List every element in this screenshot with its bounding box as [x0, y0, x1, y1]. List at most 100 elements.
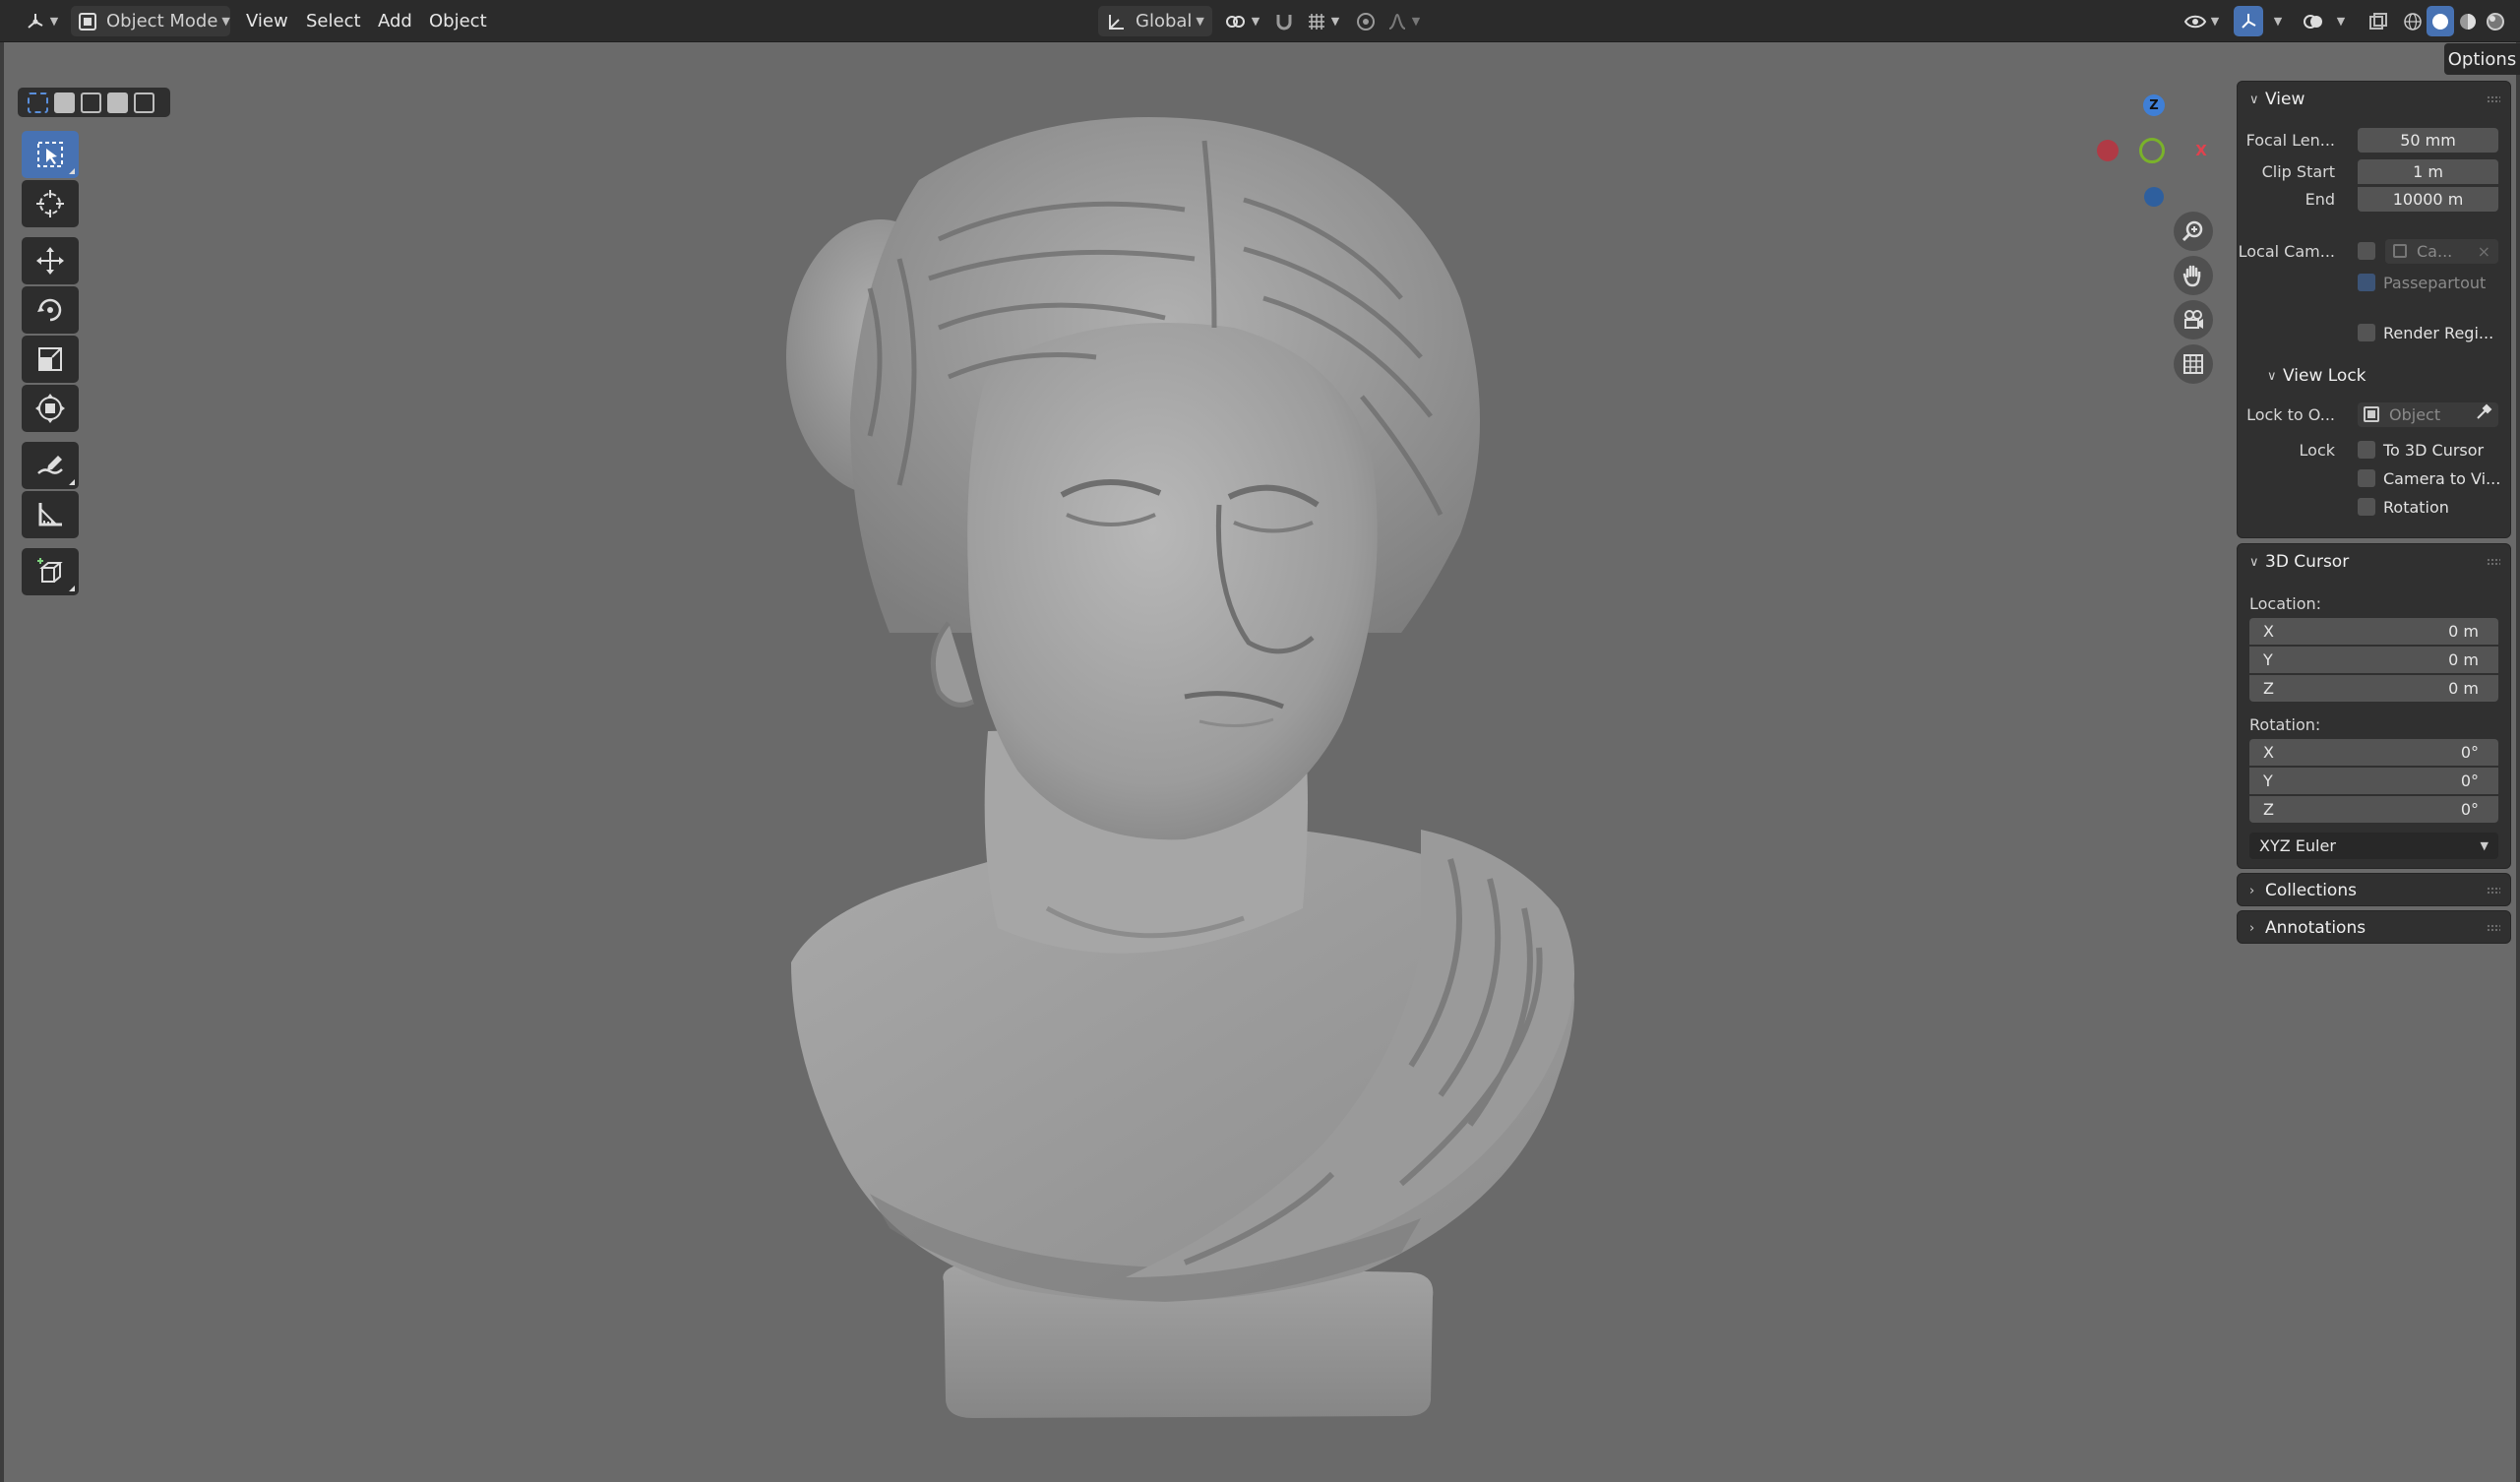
snap-target-dropdown[interactable]: ▼ [1301, 6, 1344, 36]
clip-start-field[interactable]: 1 m [2358, 158, 2498, 184]
3d-viewport[interactable]: Z X [4, 42, 2516, 1482]
local-camera-value: Ca... [2417, 241, 2453, 261]
menu-view[interactable]: View [240, 0, 294, 42]
rotation-mode-dropdown[interactable]: XYZ Euler ▼ [2249, 833, 2498, 859]
gizmo-dropdown[interactable]: ▼ [2265, 6, 2287, 36]
tool-add-cube[interactable] [22, 548, 79, 595]
mode-selector[interactable]: Object Mode ▼ [71, 6, 230, 36]
view-lock-title: View Lock [2283, 366, 2366, 386]
cursor-rotation-z-field[interactable]: Z 0° [2249, 796, 2498, 823]
select-new-icon[interactable] [28, 92, 48, 113]
menu-add[interactable]: Add [372, 0, 418, 42]
select-intersect-icon[interactable] [134, 92, 154, 113]
cursor-location-z-field[interactable]: Z 0 m [2249, 675, 2498, 702]
lock-to-object-field[interactable]: Object [2358, 401, 2498, 427]
pivot-point-dropdown[interactable]: ▼ [1220, 6, 1263, 36]
cursor-location-y-field[interactable]: Y 0 m [2249, 647, 2498, 673]
shading-solid-button[interactable] [2427, 6, 2454, 36]
tool-measure[interactable] [22, 491, 79, 538]
xray-icon [2369, 12, 2387, 30]
pan-button[interactable] [2174, 256, 2213, 295]
collections-title: Collections [2265, 881, 2357, 900]
drag-grip-icon[interactable] [2487, 95, 2500, 103]
editor-type-button[interactable]: ▼ [18, 6, 65, 36]
lock-rotation-label: Rotation [2383, 497, 2449, 517]
gizmo-z-axis[interactable]: Z [2143, 94, 2165, 116]
ortho-toggle-button[interactable] [2174, 344, 2213, 384]
chevron-down-icon: ▼ [221, 15, 230, 28]
proportional-falloff-dropdown[interactable]: ▼ [1382, 6, 1425, 36]
3d-cursor-panel: ∨ 3D Cursor Location: X 0 m Y 0 m Z 0 m Rot… [2237, 543, 2511, 869]
transform-orientation-dropdown[interactable]: Global ▼ [1098, 6, 1212, 36]
chevron-down-icon: ▼ [1251, 15, 1260, 28]
clip-end-field[interactable]: 10000 m [2358, 186, 2498, 212]
camera-view-button[interactable] [2174, 300, 2213, 340]
tool-transform[interactable] [22, 385, 79, 432]
options-button[interactable]: Options [2444, 43, 2520, 75]
snap-toggle[interactable] [1269, 6, 1299, 36]
3d-cursor-panel-header[interactable]: ∨ 3D Cursor [2238, 544, 2510, 580]
menu-object[interactable]: Object [423, 0, 493, 42]
chevron-down-icon: ▼ [2210, 15, 2220, 28]
gizmo-neg-z-axis[interactable] [2144, 187, 2164, 207]
chevron-down-icon: ▼ [2336, 15, 2346, 28]
tool-move[interactable] [22, 237, 79, 284]
overlays-toggle[interactable] [2299, 6, 2328, 36]
lock-to-object-label: Lock to O... [2246, 404, 2335, 424]
cursor-location-x-field[interactable]: X 0 m [2249, 618, 2498, 645]
shading-material-button[interactable] [2454, 6, 2482, 36]
tool-select-box[interactable] [22, 131, 79, 178]
tool-cursor[interactable] [22, 180, 79, 227]
cursor-rotation-y-field[interactable]: Y 0° [2249, 768, 2498, 794]
lock-camera-to-view-checkbox[interactable] [2358, 469, 2375, 487]
gizmo-toggle[interactable] [2234, 6, 2263, 36]
collections-panel[interactable]: › Collections [2237, 873, 2511, 906]
shading-rendered-button[interactable] [2482, 6, 2509, 36]
shading-wireframe-button[interactable] [2399, 6, 2427, 36]
annotations-panel[interactable]: › Annotations [2237, 910, 2511, 944]
proportional-edit-toggle[interactable] [1352, 6, 1380, 36]
cursor-rotation-x-field[interactable]: X 0° [2249, 739, 2498, 766]
tool-annotate[interactable] [22, 442, 79, 489]
gizmo-x-axis[interactable]: X [2190, 140, 2212, 161]
hand-pan-icon [2182, 265, 2201, 287]
gizmo-y-axis[interactable] [2139, 138, 2165, 163]
wireframe-sphere-icon [2404, 12, 2422, 31]
chevron-down-icon: ▼ [1196, 15, 1204, 28]
camera-icon [2184, 310, 2203, 329]
lock-to-3d-cursor-checkbox[interactable] [2358, 441, 2375, 459]
eye-icon [2183, 15, 2206, 28]
axis-label: Y [2263, 650, 2273, 669]
overlays-dropdown[interactable]: ▼ [2328, 6, 2350, 36]
xray-toggle[interactable] [2364, 6, 2393, 36]
clear-x-icon[interactable]: × [2478, 242, 2490, 261]
zoom-button[interactable] [2174, 212, 2213, 251]
view-panel-title: View [2265, 90, 2305, 109]
passepartout-label: Passepartout [2383, 273, 2487, 292]
overlays-icon [2304, 14, 2322, 29]
eyedropper-icon[interactable] [2475, 403, 2492, 425]
gizmo-neg-x-axis[interactable] [2097, 140, 2119, 161]
local-camera-checkbox[interactable] [2358, 242, 2375, 260]
passepartout-checkbox[interactable] [2358, 274, 2375, 291]
select-invert-icon[interactable] [107, 92, 128, 113]
annotations-title: Annotations [2265, 918, 2366, 938]
drag-grip-icon[interactable] [2487, 887, 2500, 895]
local-camera-field[interactable]: Ca... × [2385, 238, 2498, 264]
view-panel-header[interactable]: ∨ View [2238, 82, 2510, 117]
tool-scale[interactable] [22, 336, 79, 383]
drag-grip-icon[interactable] [2487, 558, 2500, 566]
select-extend-icon[interactable] [54, 92, 75, 113]
visibility-dropdown[interactable]: ▼ [2179, 6, 2224, 36]
view-lock-subpanel-header[interactable]: ∨ View Lock [2238, 363, 2510, 389]
tool-rotate[interactable] [22, 286, 79, 334]
select-subtract-icon[interactable] [81, 92, 101, 113]
lock-rotation-checkbox[interactable] [2358, 498, 2375, 516]
render-region-checkbox[interactable] [2358, 324, 2375, 341]
menu-select[interactable]: Select [300, 0, 367, 42]
render-region-label: Render Regi... [2383, 323, 2494, 342]
chevron-down-icon: ∨ [2249, 554, 2259, 570]
drag-grip-icon[interactable] [2487, 924, 2500, 932]
focal-length-field[interactable]: 50 mm [2358, 127, 2498, 153]
rotate-icon [37, 298, 62, 322]
